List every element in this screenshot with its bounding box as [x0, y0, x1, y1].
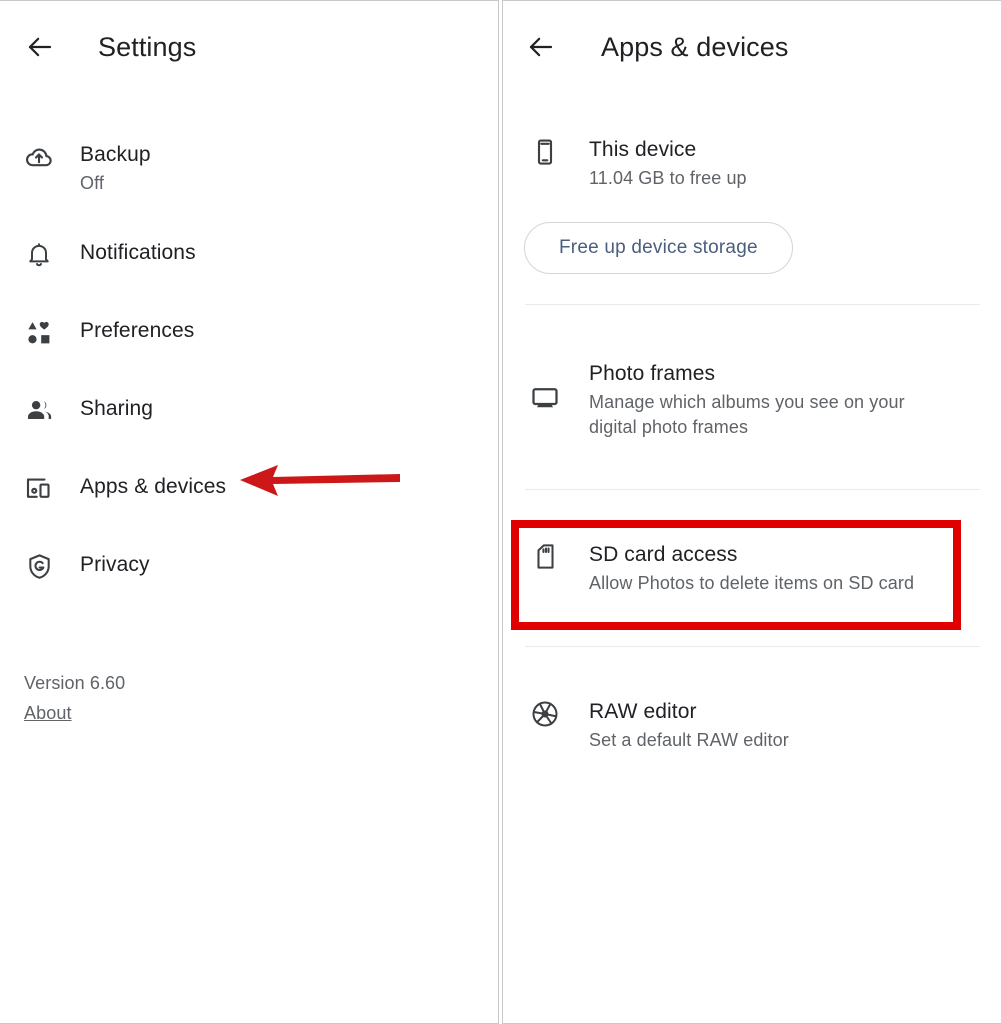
sidebar-item-label: Privacy — [80, 553, 150, 576]
photo-frames-text: Photo frames Manage which albums you see… — [589, 361, 905, 440]
photo-frames-subtitle-line1: Manage which albums you see on your — [589, 392, 905, 412]
sidebar-item-label: Backup — [80, 143, 151, 166]
raw-editor-text: RAW editor Set a default RAW editor — [589, 699, 789, 753]
arrow-back-icon — [526, 32, 556, 62]
back-button[interactable] — [517, 23, 565, 71]
sidebar-item-label: Sharing — [80, 397, 154, 420]
photo-frames-title: Photo frames — [589, 362, 716, 385]
devices-icon — [22, 474, 56, 504]
sidebar-item-notifications-text: Notifications — [80, 240, 196, 266]
this-device-text: This device 11.04 GB to free up — [589, 137, 747, 191]
raw-editor-title: RAW editor — [589, 700, 697, 723]
aperture-icon — [527, 699, 563, 729]
sidebar-item-preferences[interactable]: Preferences — [22, 318, 194, 347]
sidebar-item-privacy[interactable]: Privacy — [22, 552, 150, 581]
phone-icon — [527, 137, 563, 167]
page-title: Settings — [98, 31, 197, 62]
back-button[interactable] — [16, 23, 64, 71]
shapes-icon — [22, 318, 56, 347]
sd-card-access-row[interactable]: SD card access Allow Photos to delete it… — [527, 542, 914, 596]
settings-appbar: Settings — [0, 1, 498, 93]
sidebar-item-sublabel: Off — [80, 173, 104, 193]
sd-card-access-title: SD card access — [589, 543, 738, 566]
divider — [525, 489, 980, 490]
this-device-row[interactable]: This device 11.04 GB to free up — [527, 137, 747, 191]
this-device-title: This device — [589, 138, 697, 161]
sidebar-item-preferences-text: Preferences — [80, 318, 194, 344]
page-title: Apps & devices — [601, 31, 789, 62]
bell-icon — [22, 240, 56, 268]
sd-card-access-text: SD card access Allow Photos to delete it… — [589, 542, 914, 596]
divider — [525, 304, 980, 305]
divider — [525, 646, 980, 647]
sidebar-item-apps-devices[interactable]: Apps & devices — [22, 474, 226, 504]
cloud-upload-icon — [22, 142, 56, 172]
this-device-storage: 11.04 GB to free up — [589, 168, 747, 188]
sidebar-item-sharing[interactable]: Sharing — [22, 396, 153, 425]
sidebar-item-label: Preferences — [80, 319, 195, 342]
sidebar-item-privacy-text: Privacy — [80, 552, 150, 578]
people-icon — [22, 396, 56, 425]
settings-panel: Settings Backup Off Notifications Prefer… — [0, 0, 499, 1024]
version-text: Version 6.60 — [24, 673, 126, 693]
apps-devices-panel: Apps & devices This device 11.04 GB to f… — [502, 0, 1001, 1024]
sd-card-access-subtitle: Allow Photos to delete items on SD card — [589, 573, 915, 593]
free-up-device-storage-button[interactable]: Free up device storage — [524, 222, 793, 274]
about-link[interactable]: About — [24, 703, 72, 724]
raw-editor-subtitle: Set a default RAW editor — [589, 730, 789, 750]
sidebar-item-sharing-text: Sharing — [80, 396, 153, 422]
screenshot-root: Settings Backup Off Notifications Prefer… — [0, 0, 1001, 1024]
sidebar-item-backup[interactable]: Backup Off — [22, 142, 151, 196]
sidebar-item-label: Notifications — [80, 241, 196, 264]
shield-g-icon — [22, 552, 56, 581]
sidebar-item-notifications[interactable]: Notifications — [22, 240, 196, 268]
monitor-icon — [527, 361, 563, 413]
arrow-back-icon — [25, 32, 55, 62]
apps-devices-appbar: Apps & devices — [503, 1, 1001, 93]
sidebar-item-apps-devices-text: Apps & devices — [80, 474, 226, 500]
sd-card-icon — [527, 542, 563, 571]
sidebar-item-label: Apps & devices — [80, 475, 227, 498]
sidebar-item-backup-text: Backup Off — [80, 142, 151, 196]
photo-frames-row[interactable]: Photo frames Manage which albums you see… — [527, 361, 905, 440]
raw-editor-row[interactable]: RAW editor Set a default RAW editor — [527, 699, 789, 753]
photo-frames-subtitle-line2: digital photo frames — [589, 417, 749, 437]
